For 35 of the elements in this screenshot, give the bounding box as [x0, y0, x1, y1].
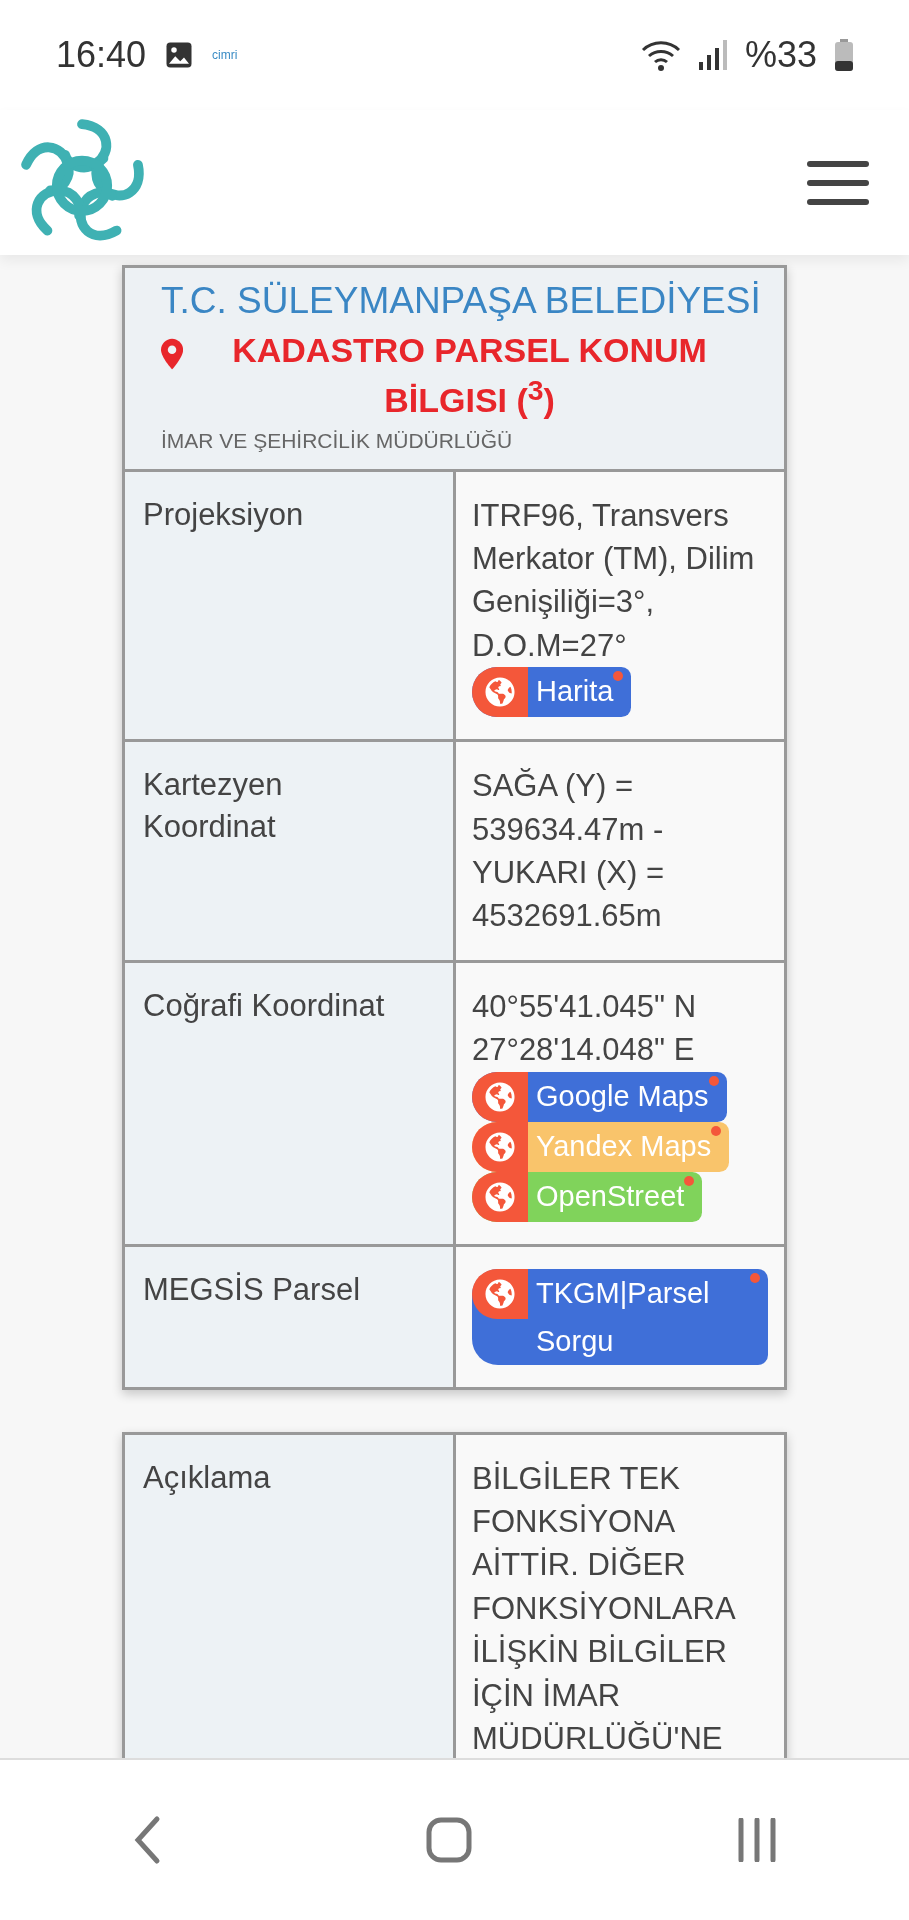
row-value: BİLGİLER TEK FONKSİYONA AİTTİR. DİĞER FONKSİYONLARA İLİŞKİN BİLGİLER İÇİN İMAR MÜDÜRLÜĞÜ'NE — [472, 1459, 736, 1758]
globe-icon — [472, 667, 528, 718]
battery-percent: %33 — [744, 34, 817, 76]
globe-icon — [472, 1171, 528, 1222]
globe-icon — [472, 1071, 528, 1122]
location-pin-icon — [161, 336, 184, 372]
image-icon — [164, 40, 195, 70]
globe-icon — [472, 1268, 528, 1319]
notification-dot — [684, 1175, 695, 1186]
row-label: Projeksiyon — [125, 471, 453, 740]
row-value: 40°55'41.045" N 27°28'14.048" E — [472, 987, 698, 1070]
notification-app-label: cimri — [212, 48, 238, 62]
row-label: Kartezyen Koordinat — [125, 742, 453, 960]
section-heading: KADASTRO PARSEL KONUM BİLGISI ($^{3}$) — [231, 330, 708, 422]
map-link-button[interactable]: Harita — [472, 667, 632, 718]
clock-time: 16:40 — [56, 34, 147, 76]
map-link-button[interactable]: TKGM|Parsel Sorgu — [472, 1268, 768, 1365]
notification-dot — [750, 1272, 760, 1283]
map-link-button[interactable]: Google Maps — [472, 1071, 727, 1122]
row-label: MEGSİS Parsel — [125, 1246, 453, 1387]
notification-dot — [708, 1075, 719, 1086]
menu-icon[interactable] — [807, 160, 869, 205]
battery-icon — [835, 39, 853, 71]
home-icon[interactable] — [426, 1817, 473, 1863]
row-value: SAĞA (Y) = 539634.47m - YUKARI (X) = 4532691.65m — [472, 767, 666, 936]
recent-apps-icon[interactable] — [736, 1818, 777, 1862]
notification-dot — [711, 1125, 722, 1136]
notification-dot — [613, 671, 624, 682]
row-label: Açıklama — [125, 1434, 453, 1758]
municipality-name: T.C. SÜLEYMANPAŞA BELEDİYESİ — [161, 279, 761, 322]
row-label: Coğrafi Koordinat — [125, 962, 453, 1244]
row-value: ITRF96, Transvers Merkator (TM), Dilim Genişiliği=3°, D.O.M=27° — [472, 496, 756, 665]
signal-icon — [698, 40, 727, 70]
wifi-icon — [640, 38, 681, 72]
department-name: İMAR VE ŞEHİRCİLİK MÜDÜRLÜĞÜ — [161, 428, 513, 453]
